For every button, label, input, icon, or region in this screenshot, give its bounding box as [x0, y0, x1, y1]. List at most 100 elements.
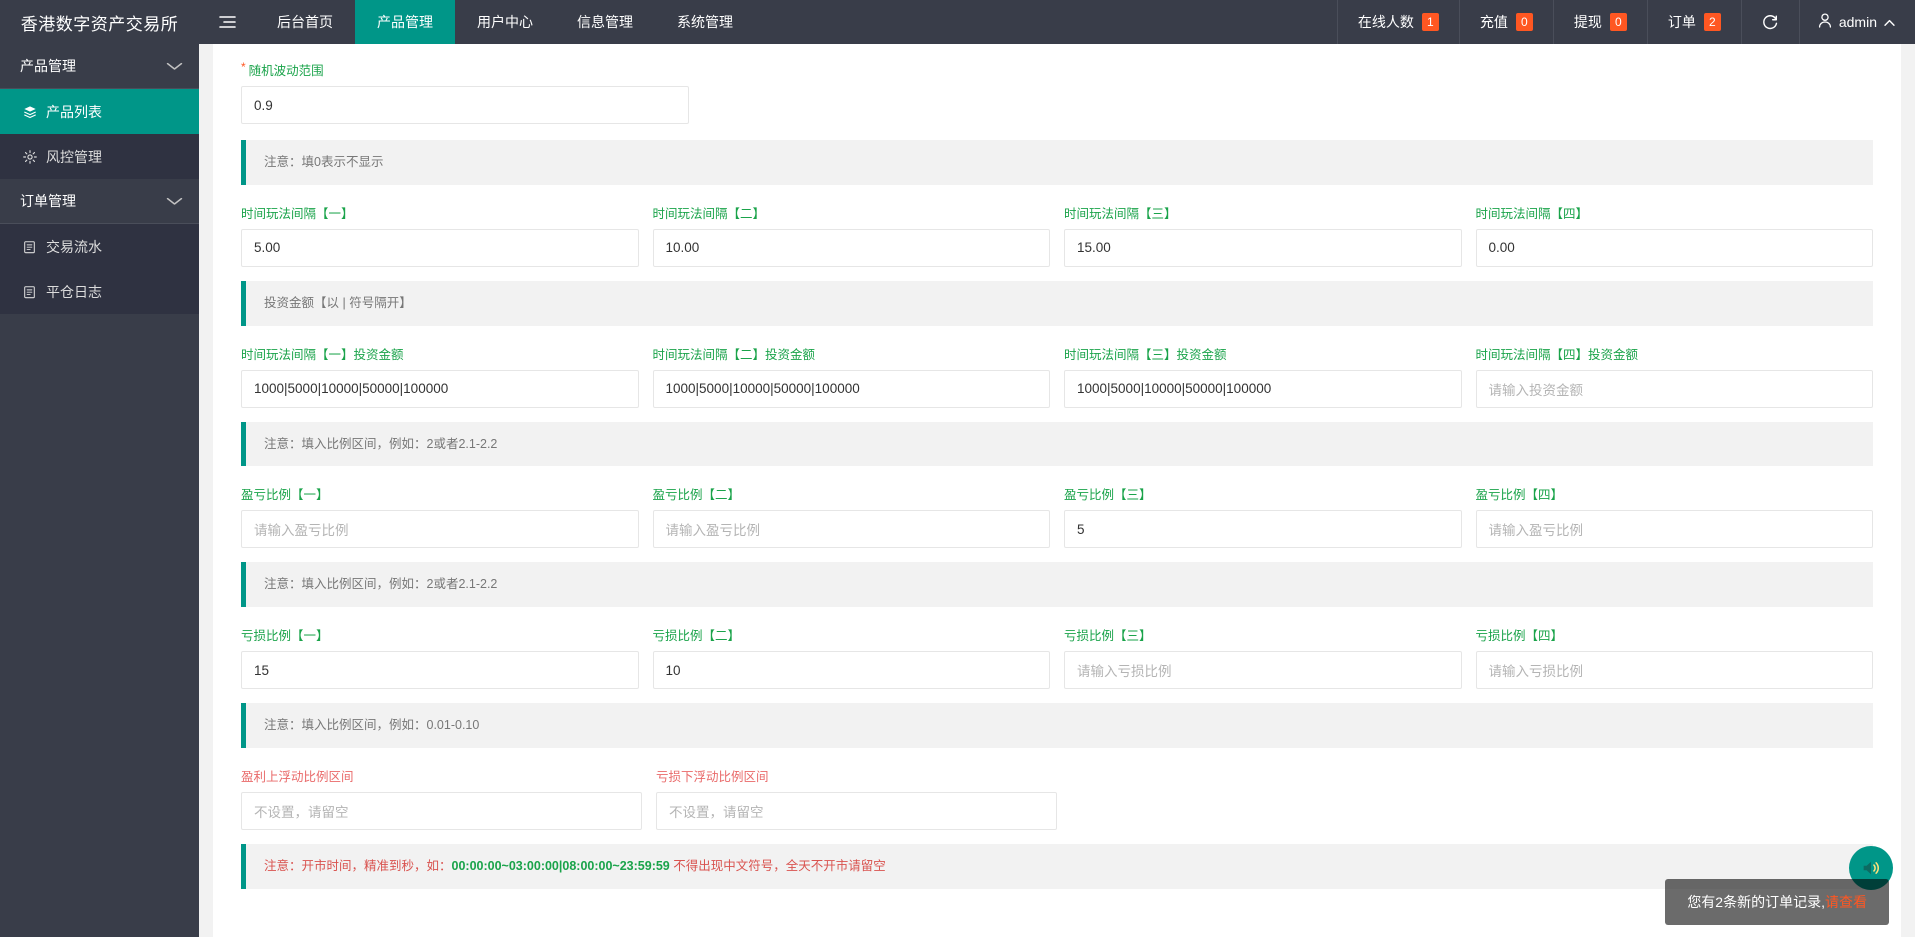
- field-label: 盈亏比例【三】: [1064, 488, 1152, 503]
- field-random-range: * 随机波动范围 0.9: [241, 60, 1873, 124]
- field-label: 时间玩法间隔【一】投资金额: [241, 347, 404, 362]
- loss-ratio-row: 亏损比例【一】 15 亏损比例【二】 10 亏损比例【三】 请输入亏损比例 亏损…: [241, 625, 1873, 689]
- field-label: 时间玩法间隔【一】: [241, 206, 354, 221]
- random-range-input[interactable]: 0.9: [241, 86, 689, 124]
- sidebar-item-label: 交易流水: [46, 238, 102, 255]
- profit-ratio-row: 盈亏比例【一】 请输入盈亏比例 盈亏比例【二】 请输入盈亏比例 盈亏比例【三】 …: [241, 484, 1873, 549]
- time-interval-3-input[interactable]: 15.00: [1064, 228, 1462, 267]
- profit-ratio-2-input[interactable]: 请输入盈亏比例: [652, 510, 1050, 549]
- status-badge: 1: [1421, 13, 1439, 31]
- field-label: 时间玩法间隔【四】: [1475, 206, 1589, 221]
- float-range-row: 盈利上浮动比例区间 不设置，请留空 亏损下浮动比例区间 不设置，请留空: [241, 766, 1057, 830]
- loss-ratio-4-input[interactable]: 请输入亏损比例: [1475, 651, 1873, 689]
- hamburger-icon[interactable]: [199, 0, 255, 44]
- refresh-icon[interactable]: [1740, 0, 1799, 44]
- field-loss-ratio-2: 亏损比例【二】 10: [652, 625, 1050, 689]
- field-profit-float-range: 盈利上浮动比例区间 不设置，请留空: [241, 766, 642, 830]
- nav-item-dashboard[interactable]: 后台首页: [255, 0, 355, 44]
- investment-amount-4-input[interactable]: 请输入投资金额: [1475, 369, 1873, 408]
- toast-link[interactable]: 请查看: [1825, 894, 1867, 910]
- product-settings-form: * 随机波动范围 0.9 注意：填0表示不显示 时间玩法间隔【一】 5.00 时间…: [213, 44, 1901, 937]
- profit-ratio-3-input[interactable]: 5: [1064, 510, 1462, 549]
- status-badge: 0: [1609, 13, 1627, 31]
- field-label: 亏损比例【四】: [1475, 629, 1564, 643]
- brand-title: 香港数字资产交易所: [0, 0, 199, 44]
- nav-item-system-management[interactable]: 系统管理: [655, 0, 755, 44]
- investment-amount-3-input[interactable]: 1000|5000|10000|50000|100000: [1064, 369, 1462, 408]
- field-label: 盈亏比例【二】: [652, 488, 741, 503]
- loss-ratio-2-input[interactable]: 10: [652, 651, 1050, 689]
- field-time-interval-2: 时间玩法间隔【二】 10.00: [652, 203, 1050, 267]
- field-investment-amount-4: 时间玩法间隔【四】投资金额 请输入投资金额: [1475, 344, 1873, 408]
- investment-amount-2-input[interactable]: 1000|5000|10000|50000|100000: [652, 369, 1050, 408]
- sidebar-item-product-list[interactable]: 产品列表: [0, 89, 199, 134]
- field-loss-ratio-4: 亏损比例【四】 请输入亏损比例: [1475, 625, 1873, 689]
- field-label: 盈利上浮动比例区间: [241, 769, 354, 784]
- nav-item-label: 信息管理: [577, 14, 633, 30]
- note-investment-amount: 投资金额【以 | 符号隔开】: [241, 280, 1873, 326]
- field-label: 盈亏比例【一】: [241, 488, 329, 503]
- user-name: admin: [1838, 14, 1877, 30]
- time-interval-4-input[interactable]: 0.00: [1475, 228, 1873, 267]
- user-icon: [1818, 13, 1832, 31]
- top-navigation-bar: 香港数字资产交易所 后台首页 产品管理 用户中心 信息管理 系统管理 在线人数 …: [0, 0, 1915, 44]
- field-investment-amount-1: 时间玩法间隔【一】投资金额 1000|5000|10000|50000|1000…: [241, 344, 639, 408]
- stat-orders[interactable]: 订单 2: [1646, 0, 1741, 44]
- loss-ratio-3-input[interactable]: 请输入亏损比例: [1064, 651, 1462, 689]
- note-ratio-range-3: 注意：填入比例区间，例如：0.01-0.10: [241, 703, 1873, 748]
- note-market-time-example: 00:00:00~03:00:00|08:00:00~23:59:59: [451, 858, 670, 873]
- time-interval-row: 时间玩法间隔【一】 5.00 时间玩法间隔【二】 10.00 时间玩法间隔【三】…: [241, 203, 1873, 267]
- stat-label: 充值: [1479, 14, 1508, 30]
- sidebar-group-order-management[interactable]: 订单管理: [0, 179, 199, 224]
- investment-amount-row: 时间玩法间隔【一】投资金额 1000|5000|10000|50000|1000…: [241, 344, 1873, 408]
- nav-item-label: 产品管理: [377, 14, 433, 30]
- required-marker: *: [241, 60, 246, 74]
- sidebar-item-label: 产品列表: [46, 103, 102, 120]
- stat-recharge[interactable]: 充值 0: [1458, 0, 1553, 44]
- field-time-interval-1: 时间玩法间隔【一】 5.00: [241, 203, 639, 267]
- loss-ratio-1-input[interactable]: 15: [241, 651, 639, 689]
- note-market-time: 注意：开市时间，精准到秒，如：00:00:00~03:00:00|08:00:0…: [241, 843, 1873, 889]
- field-label: 时间玩法间隔【二】: [652, 206, 766, 221]
- user-menu[interactable]: admin: [1798, 0, 1915, 44]
- toast-notification[interactable]: 您有2条新的订单记录,请查看: [1665, 879, 1889, 925]
- profit-float-range-input[interactable]: 不设置，请留空: [241, 791, 642, 830]
- clipboard-icon: [22, 240, 37, 254]
- stat-online-users[interactable]: 在线人数 1: [1336, 0, 1459, 44]
- profit-ratio-4-input[interactable]: 请输入盈亏比例: [1475, 510, 1873, 549]
- chevron-down-icon: [166, 194, 183, 209]
- field-label: 盈亏比例【四】: [1475, 488, 1564, 503]
- sidebar-submenu-order: 交易流水 平仓日志: [0, 224, 199, 314]
- field-loss-ratio-3: 亏损比例【三】 请输入亏损比例: [1064, 625, 1462, 689]
- loss-float-range-input[interactable]: 不设置，请留空: [656, 791, 1057, 830]
- field-profit-ratio-1: 盈亏比例【一】 请输入盈亏比例: [241, 484, 639, 549]
- sidebar-item-transaction-flow[interactable]: 交易流水: [0, 224, 199, 269]
- field-label: 时间玩法间隔【三】投资金额: [1064, 347, 1227, 362]
- status-badge: 0: [1515, 13, 1533, 31]
- stat-label: 订单: [1667, 14, 1696, 30]
- field-time-interval-4: 时间玩法间隔【四】 0.00: [1475, 203, 1873, 267]
- sidebar-group-product-management[interactable]: 产品管理: [0, 44, 199, 89]
- nav-item-user-center[interactable]: 用户中心: [455, 0, 555, 44]
- note-ratio-range-2: 注意：填入比例区间，例如：2或者2.1-2.2: [241, 562, 1873, 607]
- profit-ratio-1-input[interactable]: 请输入盈亏比例: [241, 510, 639, 549]
- nav-item-label: 后台首页: [277, 14, 333, 30]
- sidebar-item-close-position-log[interactable]: 平仓日志: [0, 269, 199, 314]
- field-loss-ratio-1: 亏损比例【一】 15: [241, 625, 639, 689]
- time-interval-1-input[interactable]: 5.00: [241, 228, 639, 267]
- status-badge: 2: [1703, 13, 1721, 31]
- chevron-up-icon: [1884, 14, 1895, 30]
- note-ratio-range-1: 注意：填入比例区间，例如：2或者2.1-2.2: [241, 421, 1873, 467]
- sidebar-group-label: 产品管理: [20, 58, 76, 74]
- time-interval-2-input[interactable]: 10.00: [652, 228, 1050, 267]
- nav-item-info-management[interactable]: 信息管理: [555, 0, 655, 44]
- layers-icon: [22, 105, 37, 119]
- sidebar-item-risk-management[interactable]: 风控管理: [0, 134, 199, 179]
- investment-amount-1-input[interactable]: 1000|5000|10000|50000|100000: [241, 369, 639, 408]
- nav-item-product-management[interactable]: 产品管理: [355, 0, 455, 44]
- note-market-time-suffix: 不得出现中文符号，全天不开市请留空: [669, 858, 886, 873]
- field-label: 亏损比例【二】: [652, 629, 741, 643]
- stat-label: 在线人数: [1357, 14, 1414, 30]
- chevron-down-icon: [166, 59, 183, 74]
- stat-withdraw[interactable]: 提现 0: [1552, 0, 1647, 44]
